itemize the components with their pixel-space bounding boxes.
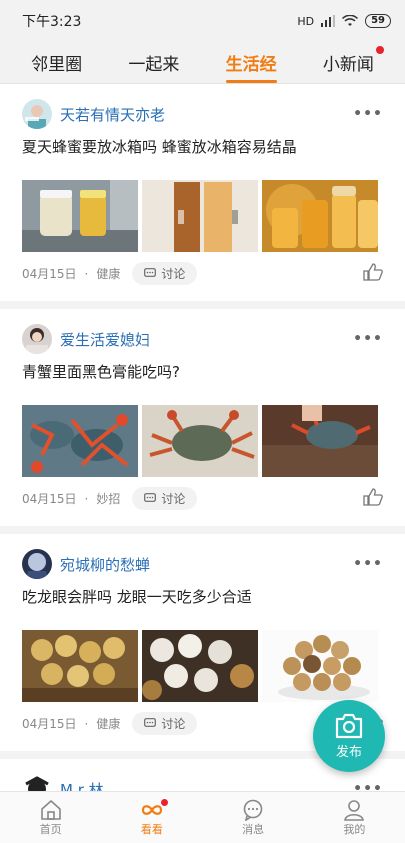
post-card[interactable]: 天若有情天亦老 ••• 夏天蜂蜜要放冰箱吗 蜂蜜放冰箱容易结晶 04月15日 ·… (0, 84, 405, 309)
publish-label: 发布 (335, 744, 362, 760)
discuss-label: 讨论 (161, 717, 186, 731)
post-title[interactable]: 夏天蜂蜜要放冰箱吗 蜂蜜放冰箱容易结晶 (0, 130, 405, 180)
post-image[interactable] (262, 630, 378, 702)
tab-news[interactable]: 小新闻 (319, 44, 384, 81)
nav-messages-label: 消息 (242, 822, 265, 836)
like-icon[interactable] (363, 488, 383, 509)
avatar[interactable] (22, 549, 52, 579)
more-options-icon[interactable]: ••• (353, 331, 383, 347)
nav-messages[interactable]: 消息 (223, 799, 283, 837)
status-bar: 下午3:23 HD 59 (0, 0, 405, 42)
bottom-nav: 首页 看看 消息 我的 (0, 791, 405, 843)
user-icon (344, 799, 365, 821)
post-date: 04月15日 (22, 717, 77, 731)
post-image[interactable] (262, 180, 378, 252)
post-images (0, 630, 405, 702)
discuss-label: 讨论 (161, 267, 186, 281)
network-label: HD (297, 14, 315, 28)
avatar[interactable] (22, 324, 52, 354)
discuss-button[interactable]: 讨论 (132, 487, 198, 510)
post-image[interactable] (142, 180, 258, 252)
nav-profile-label: 我的 (343, 822, 366, 836)
notification-dot (160, 798, 168, 806)
top-tabs: 邻里圈 一起来 生活经 小新闻 (0, 42, 405, 84)
tab-news-label: 小新闻 (322, 55, 374, 75)
battery-icon: 59 (365, 14, 391, 28)
post-image[interactable] (22, 405, 138, 477)
post-category: 健康 (96, 267, 121, 281)
publish-button[interactable]: 发布 (313, 700, 385, 772)
wifi-icon (342, 15, 359, 26)
tab-life-tips[interactable]: 生活经 (222, 44, 281, 83)
chat-icon (243, 799, 263, 821)
camera-icon (335, 713, 363, 738)
status-time: 下午3:23 (22, 14, 82, 30)
post-image[interactable] (22, 630, 138, 702)
post-title[interactable]: 吃龙眼会胖吗 龙眼一天吃多少合适 (0, 580, 405, 630)
post-date: 04月15日 (22, 492, 77, 506)
discuss-label: 讨论 (161, 492, 186, 506)
notification-dot (375, 46, 384, 54)
discuss-button[interactable]: 讨论 (132, 712, 198, 735)
more-options-icon[interactable]: ••• (353, 106, 383, 122)
home-icon (40, 799, 61, 820)
post-category: 健康 (96, 717, 121, 731)
post-images (0, 180, 405, 252)
comment-icon (144, 268, 157, 277)
post-image[interactable] (262, 405, 378, 477)
tab-together[interactable]: 一起来 (124, 44, 183, 81)
post-images (0, 405, 405, 477)
like-icon[interactable] (363, 263, 383, 284)
post-date: 04月15日 (22, 267, 77, 281)
nav-profile[interactable]: 我的 (324, 799, 384, 837)
post-category: 妙招 (96, 492, 121, 506)
status-icons: HD 59 (297, 14, 391, 28)
comment-icon (144, 493, 157, 502)
nav-home-label: 首页 (39, 822, 62, 836)
signal-icon (321, 15, 336, 27)
nav-watch[interactable]: 看看 (122, 798, 182, 837)
author-name[interactable]: 宛城柳的愁蝉 (60, 554, 150, 575)
comment-icon (144, 718, 157, 727)
nav-home[interactable]: 首页 (21, 799, 81, 837)
post-card[interactable]: 爱生活爱媳妇 ••• 青蟹里面黑色膏能吃吗? 04月15日 · 妙招 讨论 (0, 309, 405, 534)
post-image[interactable] (22, 180, 138, 252)
post-image[interactable] (142, 630, 258, 702)
author-name[interactable]: 爱生活爱媳妇 (60, 329, 150, 350)
tab-neighborhood[interactable]: 邻里圈 (27, 44, 86, 81)
more-options-icon[interactable]: ••• (353, 556, 383, 572)
author-name[interactable]: 天若有情天亦老 (60, 104, 165, 125)
avatar[interactable] (22, 99, 52, 129)
post-image[interactable] (142, 405, 258, 477)
nav-watch-label: 看看 (140, 822, 163, 836)
discuss-button[interactable]: 讨论 (132, 262, 198, 285)
post-title[interactable]: 青蟹里面黑色膏能吃吗? (0, 355, 405, 405)
